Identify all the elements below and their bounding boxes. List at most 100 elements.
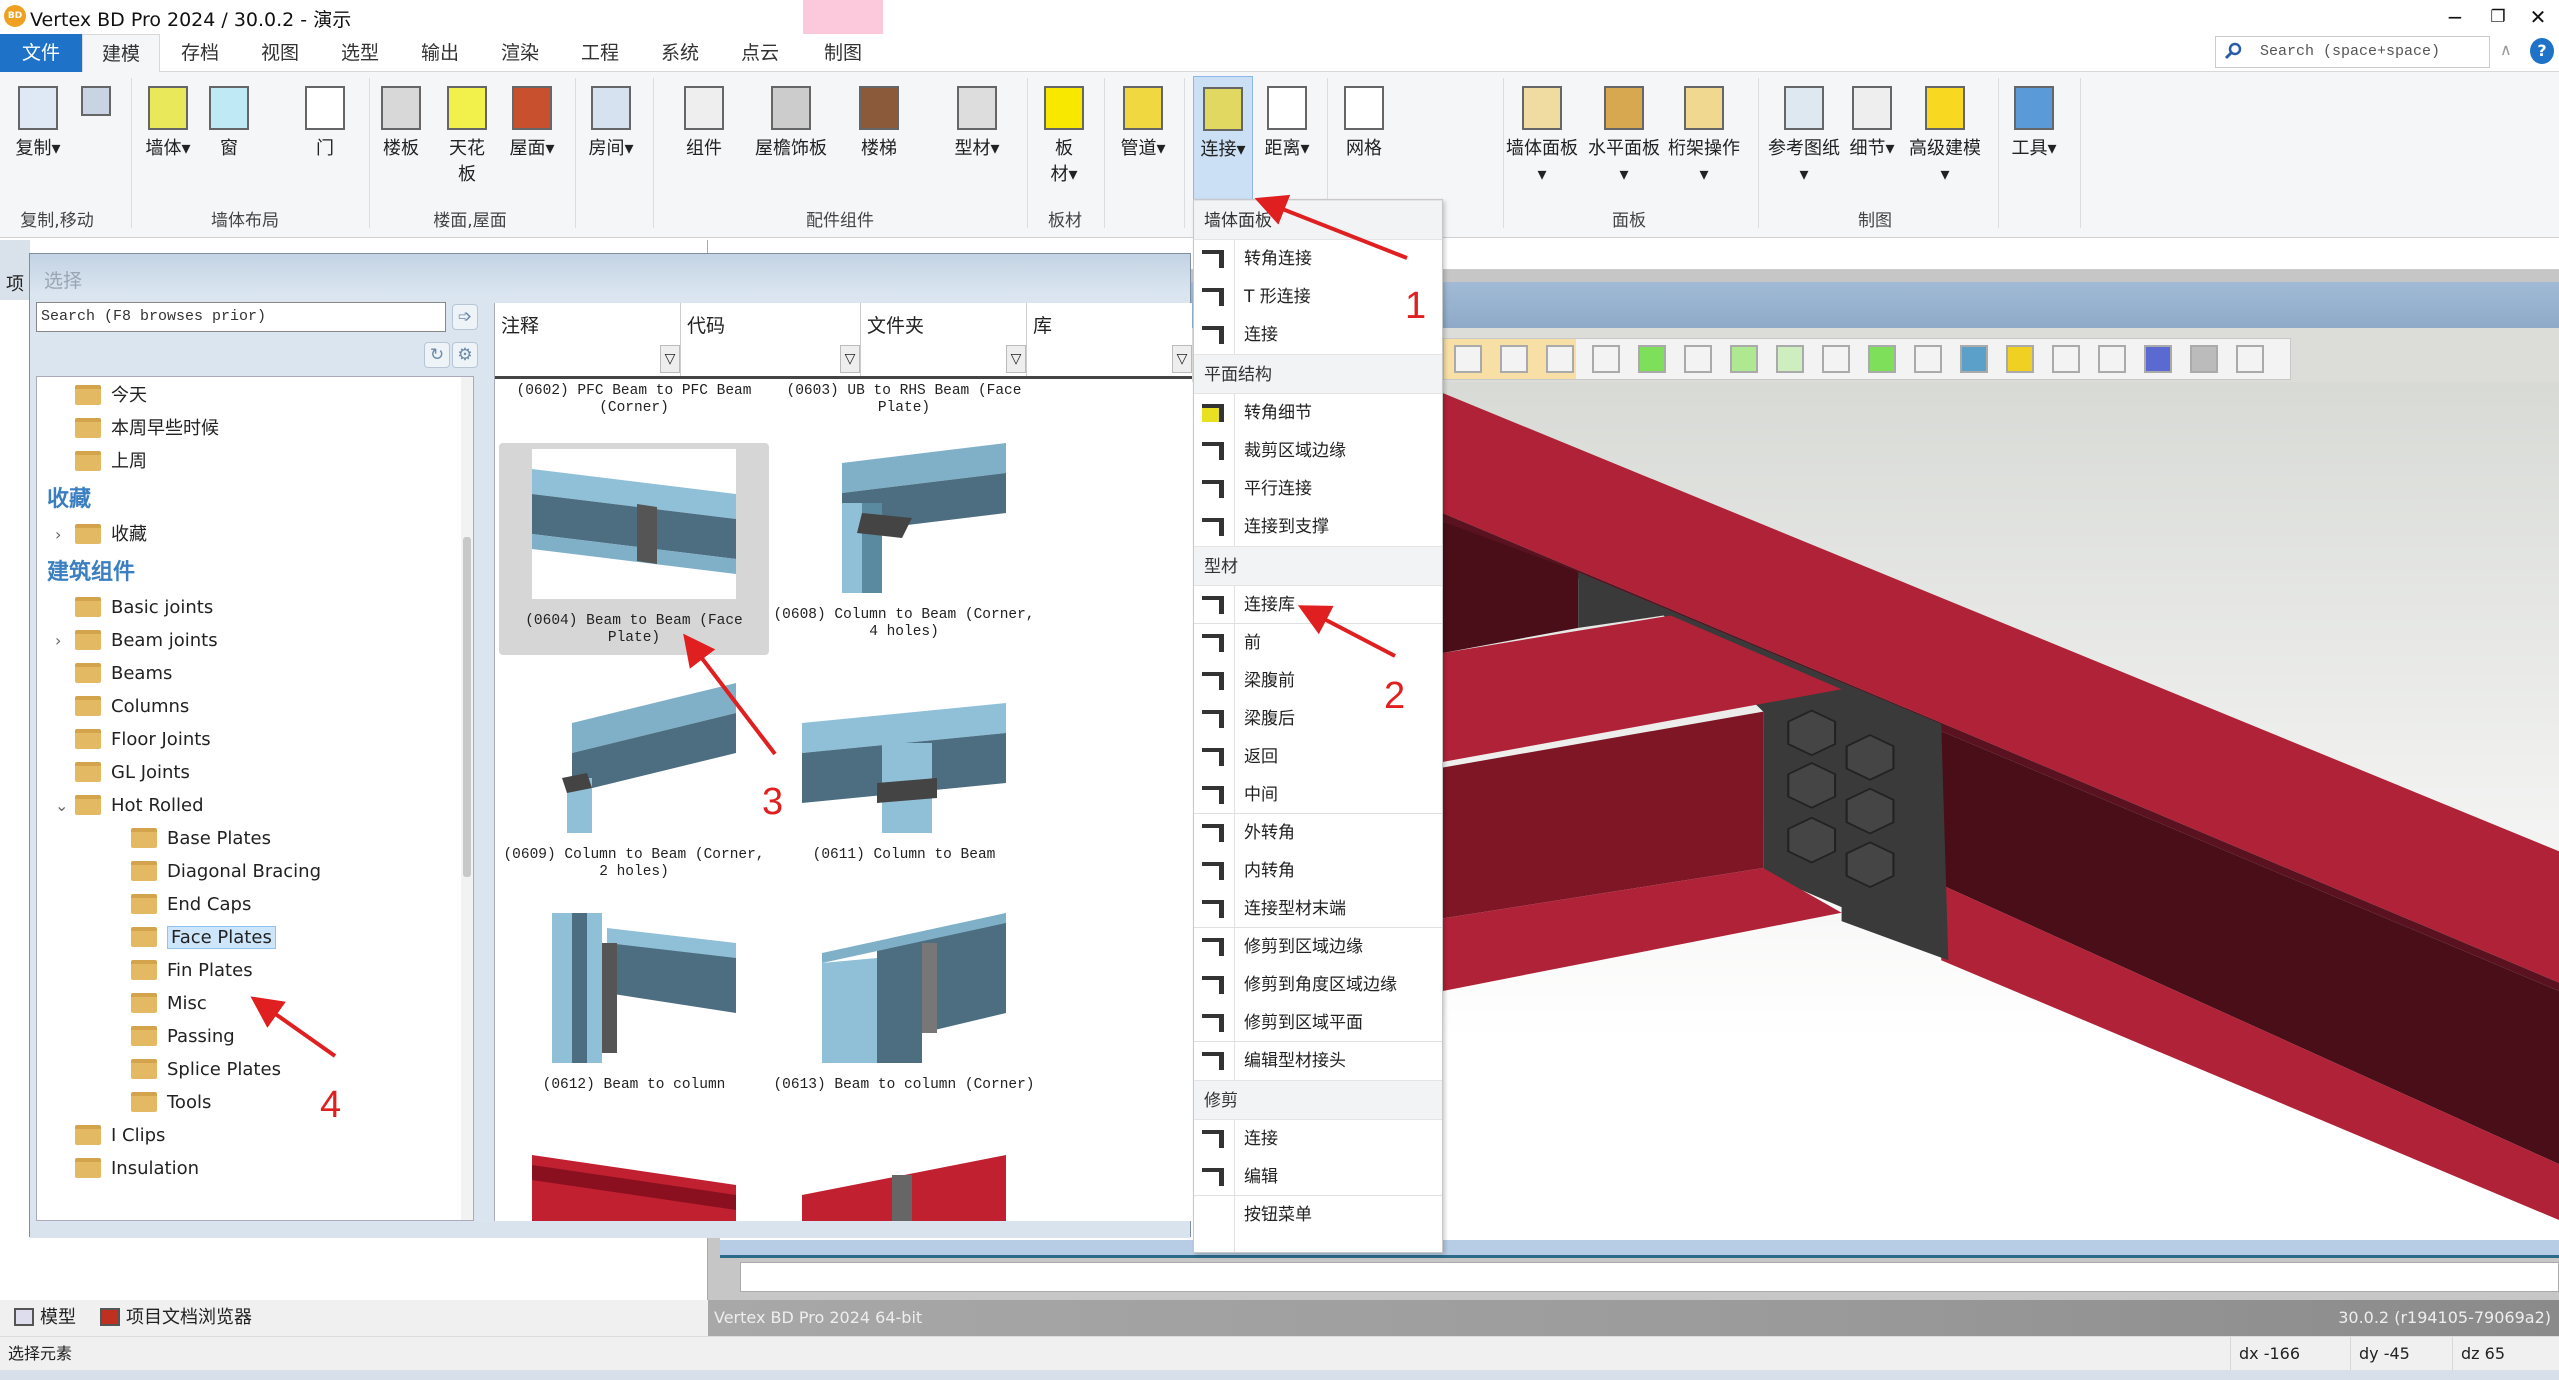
menu-item-trim-region-plane[interactable]: 修剪到区域平面 bbox=[1194, 1004, 1442, 1042]
component-button[interactable]: 组件 bbox=[672, 76, 736, 214]
window-button[interactable]: 窗 bbox=[204, 76, 254, 214]
planes-icon[interactable] bbox=[2144, 345, 2172, 373]
minimize-button[interactable]: − bbox=[2435, 2, 2475, 32]
close-button[interactable]: ✕ bbox=[2518, 2, 2558, 32]
search-go-icon[interactable]: ➩ bbox=[452, 304, 478, 330]
project-panel-tab[interactable]: 项 bbox=[0, 240, 30, 300]
component-tile[interactable]: (0611) Column to Beam bbox=[769, 683, 1039, 864]
select-face-icon[interactable] bbox=[1546, 345, 1574, 373]
component-tile[interactable]: (0612) Beam to column bbox=[499, 913, 769, 1094]
menu-item-outer-corner[interactable]: 外转角 bbox=[1194, 814, 1442, 852]
chevron-down-icon[interactable]: ⌄ bbox=[55, 789, 75, 822]
select-line-icon[interactable] bbox=[1500, 345, 1528, 373]
move-button[interactable] bbox=[76, 76, 116, 214]
tree-item-end-caps[interactable]: End Caps bbox=[37, 888, 457, 921]
plus-icon[interactable] bbox=[2190, 345, 2218, 373]
tab-2[interactable]: 存档 bbox=[160, 34, 240, 72]
filter-icon[interactable]: ▽ bbox=[1172, 345, 1192, 373]
export-icon[interactable] bbox=[2236, 345, 2264, 373]
tree-item-splice-plates[interactable]: Splice Plates bbox=[37, 1053, 457, 1086]
copy-button[interactable]: 复制▾ bbox=[10, 76, 66, 214]
tree-item-item[interactable]: 本周早些时候 bbox=[37, 412, 457, 445]
tree-item-hot-rolled[interactable]: ⌄ Hot Rolled bbox=[37, 789, 457, 822]
box-iso-icon[interactable] bbox=[1822, 345, 1850, 373]
menu-item-trim-region-edge[interactable]: 修剪到区域边缘 bbox=[1194, 928, 1442, 966]
tab-6[interactable]: 渲染 bbox=[480, 34, 560, 72]
tree-item-beams[interactable]: Beams bbox=[37, 657, 457, 690]
menu-item-return[interactable]: 返回 bbox=[1194, 738, 1442, 776]
tree-item-i-clips[interactable]: I Clips bbox=[37, 1119, 457, 1152]
tree-item-columns[interactable]: Columns bbox=[37, 690, 457, 723]
sheet-button[interactable]: 板 材▾ bbox=[1036, 76, 1092, 214]
chevron-right-icon[interactable]: › bbox=[55, 518, 75, 551]
chevron-right-icon[interactable]: › bbox=[55, 624, 75, 657]
profile-button[interactable]: 型材▾ bbox=[944, 76, 1010, 214]
tree-item-fin-plates[interactable]: Fin Plates bbox=[37, 954, 457, 987]
menu-item-trim-edit[interactable]: 编辑 bbox=[1194, 1158, 1442, 1196]
component-tile[interactable]: (0603) UB to RHS Beam (Face Plate) bbox=[769, 383, 1039, 417]
command-search-input[interactable]: Search (space+space) bbox=[2215, 36, 2490, 68]
refresh-icon[interactable]: ↻ bbox=[424, 342, 450, 368]
tree-item-tools[interactable]: Tools bbox=[37, 1086, 457, 1119]
filter-icon[interactable]: ▽ bbox=[1006, 345, 1026, 373]
tab-3[interactable]: 视图 bbox=[240, 34, 320, 72]
tree-item-basic-joints[interactable]: Basic joints bbox=[37, 591, 457, 624]
menu-item-connect-profile-end[interactable]: 连接型材末端 bbox=[1194, 890, 1442, 928]
tree-item-item[interactable]: › 收藏 bbox=[37, 518, 457, 551]
menu-item-corner-joint[interactable]: 转角连接 bbox=[1194, 240, 1442, 278]
pipe-button[interactable]: 管道▾ bbox=[1110, 76, 1176, 214]
menu-item-web-back[interactable]: 梁腹后 bbox=[1194, 700, 1442, 738]
eave-trim-button[interactable]: 屋檐饰板 bbox=[748, 76, 834, 214]
tree-item-base-plates[interactable]: Base Plates bbox=[37, 822, 457, 855]
box-select-icon[interactable] bbox=[1868, 345, 1896, 373]
box-right-icon[interactable] bbox=[1776, 345, 1804, 373]
3d-viewport[interactable] bbox=[1443, 382, 2559, 1258]
tools-button[interactable]: 工具▾ bbox=[2004, 76, 2064, 214]
floor-slab-button[interactable]: 楼板 bbox=[374, 76, 428, 214]
tab-7[interactable]: 工程 bbox=[560, 34, 640, 72]
column-header-0[interactable]: 注释 ▽ bbox=[495, 303, 681, 376]
menu-item-trim-angle-edge[interactable]: 修剪到角度区域边缘 bbox=[1194, 966, 1442, 1004]
axes-icon[interactable] bbox=[2098, 345, 2126, 373]
menu-item-trim-connect[interactable]: 连接 bbox=[1194, 1120, 1442, 1158]
wall-button[interactable]: 墙体▾ bbox=[138, 76, 198, 214]
yellow-box-icon[interactable] bbox=[2006, 345, 2034, 373]
tree-item-passing[interactable]: Passing bbox=[37, 1020, 457, 1053]
list-icon[interactable] bbox=[1914, 345, 1942, 373]
truss-button[interactable]: 桁架操作 ▾ bbox=[1664, 76, 1744, 214]
box-green-icon[interactable] bbox=[1638, 345, 1666, 373]
menu-item-connect-support[interactable]: 连接到支撑 bbox=[1194, 508, 1442, 546]
stairs-button[interactable]: 楼梯 bbox=[848, 76, 910, 214]
distance-button[interactable]: 距离▾ bbox=[1256, 76, 1318, 214]
ceiling-button[interactable]: 天花 板 bbox=[440, 76, 494, 214]
menu-item-edit-profile-joint[interactable]: 编辑型材接头 bbox=[1194, 1042, 1442, 1080]
component-tile[interactable]: (0604) Beam to Beam (Face Plate) bbox=[499, 443, 769, 655]
menu-item-connection-library[interactable]: 连接库 bbox=[1194, 586, 1442, 624]
filter-icon[interactable] bbox=[1592, 345, 1620, 373]
tab-8[interactable]: 系统 bbox=[640, 34, 720, 72]
tab-10[interactable]: 制图 bbox=[803, 34, 883, 72]
profile-shape-icon[interactable] bbox=[1960, 345, 1988, 373]
connection-button[interactable]: 连接▾ bbox=[1193, 76, 1253, 214]
column-header-3[interactable]: 库 ▽ bbox=[1027, 303, 1192, 376]
tab-0[interactable]: 文件 bbox=[0, 34, 82, 72]
wall-panel-button[interactable]: 墙体面板 ▾ bbox=[1506, 76, 1578, 214]
component-tile[interactable] bbox=[499, 1155, 769, 1221]
menu-item-trim-edge[interactable]: 裁剪区域边缘 bbox=[1194, 432, 1442, 470]
tree-item-insulation[interactable]: Insulation bbox=[37, 1152, 457, 1185]
component-tile[interactable]: (0608) Column to Beam (Corner, 4 holes) bbox=[769, 443, 1039, 641]
menu-item-web-front[interactable]: 梁腹前 bbox=[1194, 662, 1442, 700]
reference-drawing-button[interactable]: 参考图纸 ▾ bbox=[1764, 76, 1844, 214]
collapse-ribbon-button[interactable]: ∧ bbox=[2500, 40, 2512, 59]
help-icon[interactable]: ? bbox=[2530, 38, 2554, 64]
box-left-icon[interactable] bbox=[1730, 345, 1758, 373]
component-tile[interactable]: (0609) Column to Beam (Corner, 2 holes) bbox=[499, 683, 769, 881]
restore-button[interactable]: ❐ bbox=[2478, 2, 2518, 32]
horizontal-panel-button[interactable]: 水平面板 ▾ bbox=[1584, 76, 1664, 214]
menu-item-t-joint[interactable]: T 形连接 bbox=[1194, 278, 1442, 316]
tab-1[interactable]: 建模 bbox=[82, 34, 160, 72]
tree-scrollbar-thumb[interactable] bbox=[463, 537, 471, 877]
delete-box-icon[interactable] bbox=[2052, 345, 2080, 373]
tree-item-floor-joints[interactable]: Floor Joints bbox=[37, 723, 457, 756]
menu-item-front[interactable]: 前 bbox=[1194, 624, 1442, 662]
